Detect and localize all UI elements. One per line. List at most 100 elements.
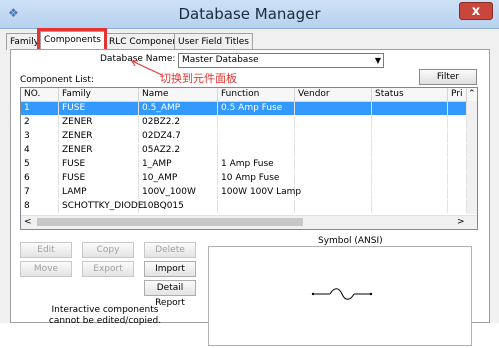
cell-function: 1 Amp Fuse <box>218 158 295 171</box>
move-button[interactable]: Move <box>20 261 72 277</box>
edit-button[interactable]: Edit <box>20 242 72 258</box>
cell-vendor <box>295 158 372 171</box>
cell-family: ZENER <box>59 130 139 143</box>
cell-pri <box>448 186 467 199</box>
cell-pri <box>448 172 467 185</box>
horizontal-scrollbar[interactable]: < > <box>21 215 477 229</box>
cell-family: FUSE <box>59 158 139 171</box>
column-header-name[interactable]: Name <box>139 88 218 101</box>
cell-name: 1_AMP <box>139 158 218 171</box>
cell-family: ZENER <box>59 144 139 157</box>
cell-status <box>372 130 448 143</box>
cell-function <box>218 116 295 129</box>
cell-status <box>372 158 448 171</box>
title-bar: ❖ Database Manager x <box>0 0 499 29</box>
cell-no: 2 <box>21 116 59 129</box>
copy-button[interactable]: Copy <box>82 242 134 258</box>
cell-status <box>372 144 448 157</box>
cell-function <box>218 144 295 157</box>
scroll-right-icon[interactable]: > <box>457 216 465 229</box>
delete-button[interactable]: Delete <box>144 242 196 258</box>
window-body: Family Components RLC Components User Fi… <box>0 28 499 346</box>
cell-pri <box>448 200 467 213</box>
info-text: Interactive components cannot be edited/… <box>48 305 162 326</box>
cell-status <box>372 186 448 199</box>
cell-status <box>372 116 448 129</box>
cell-name: 02DZ4.7 <box>139 130 218 143</box>
cell-name: 100V_100W <box>139 186 218 199</box>
cell-no: 3 <box>21 130 59 143</box>
cell-no: 7 <box>21 186 59 199</box>
cell-no: 8 <box>21 200 59 213</box>
export-button[interactable]: Export <box>82 261 134 277</box>
cell-pri <box>448 102 467 115</box>
cell-status <box>372 200 448 213</box>
cell-pri <box>448 144 467 157</box>
column-header-no[interactable]: NO. <box>21 88 59 101</box>
annotation-text: 切换到元件面板 <box>160 72 237 85</box>
cell-vendor <box>295 116 372 129</box>
cell-family: ZENER <box>59 116 139 129</box>
symbol-preview <box>208 246 472 346</box>
cell-pri <box>448 130 467 143</box>
cell-name: 02BZ2.2 <box>139 116 218 129</box>
filter-button[interactable]: Filter <box>419 69 477 85</box>
component-list-label: Component List: <box>20 75 94 85</box>
cell-vendor <box>295 186 372 199</box>
cell-function <box>218 200 295 213</box>
cell-status <box>372 172 448 185</box>
table-row[interactable]: 2 ZENER 02BZ2.2 <box>21 116 467 129</box>
table-row[interactable]: 6 FUSE 10_AMP 10 Amp Fuse <box>21 172 467 185</box>
close-button[interactable]: x <box>459 2 493 20</box>
cell-name: 05AZ2.2 <box>139 144 218 157</box>
table-row[interactable]: 4 ZENER 05AZ2.2 <box>21 144 467 157</box>
grid-header: NO. Family Name Function Vendor Status P… <box>21 88 477 102</box>
cell-pri <box>448 116 467 129</box>
component-grid[interactable]: NO. Family Name Function Vendor Status P… <box>20 87 478 230</box>
import-button[interactable]: Import <box>144 261 196 277</box>
cell-vendor <box>295 172 372 185</box>
cell-name: 0.5_AMP <box>139 102 218 115</box>
vertical-scrollbar[interactable]: ⌃ <box>467 89 477 214</box>
database-select[interactable]: Master Database ▼ <box>178 53 384 68</box>
cell-function: 100W 100V Lamp <box>218 186 301 199</box>
fuse-symbol-icon <box>311 288 373 300</box>
cell-function: 0.5 Amp Fuse <box>218 102 295 115</box>
table-row[interactable]: 5 FUSE 1_AMP 1 Amp Fuse <box>21 158 467 171</box>
column-header-vendor[interactable]: Vendor <box>295 88 372 101</box>
cell-name: 10BQ015 <box>139 200 218 213</box>
table-row[interactable]: 3 ZENER 02DZ4.7 <box>21 130 467 143</box>
cell-family: FUSE <box>59 102 139 115</box>
table-row[interactable]: 8 SCHOTTKY_DIODE 10BQ015 <box>21 200 467 213</box>
column-header-status[interactable]: Status <box>372 88 448 101</box>
horizontal-scroll-thumb[interactable] <box>37 218 303 226</box>
cell-name: 10_AMP <box>139 172 218 185</box>
tab-user-field-titles[interactable]: User Field Titles <box>174 33 253 50</box>
cell-family: LAMP <box>59 186 139 199</box>
column-header-function[interactable]: Function <box>218 88 295 101</box>
cell-function <box>218 130 295 143</box>
cell-vendor <box>295 102 372 115</box>
cell-pri <box>448 158 467 171</box>
column-header-pri[interactable]: Pri <box>448 88 467 101</box>
cell-no: 1 <box>21 102 59 115</box>
cell-vendor <box>295 130 372 143</box>
cell-vendor <box>295 144 372 157</box>
cell-family: FUSE <box>59 172 139 185</box>
table-row[interactable]: 7 LAMP 100V_100W 100W 100V Lamp <box>21 186 467 199</box>
cell-no: 5 <box>21 158 59 171</box>
column-header-family[interactable]: Family <box>59 88 139 101</box>
cell-no: 6 <box>21 172 59 185</box>
detail-report-button[interactable]: Detail Report <box>144 280 196 308</box>
cell-no: 4 <box>21 144 59 157</box>
table-row[interactable]: 1 FUSE 0.5_AMP 0.5 Amp Fuse <box>21 102 467 115</box>
scroll-up-icon[interactable]: ⌃ <box>468 88 476 101</box>
window-title: Database Manager <box>178 5 321 23</box>
cell-function: 10 Amp Fuse <box>218 172 295 185</box>
cell-status <box>372 102 448 115</box>
scroll-left-icon[interactable]: < <box>24 216 32 229</box>
symbol-label: Symbol (ANSI) <box>318 236 383 246</box>
cell-vendor <box>295 200 372 213</box>
chevron-down-icon: ▼ <box>374 56 381 65</box>
database-select-value: Master Database <box>182 55 259 65</box>
